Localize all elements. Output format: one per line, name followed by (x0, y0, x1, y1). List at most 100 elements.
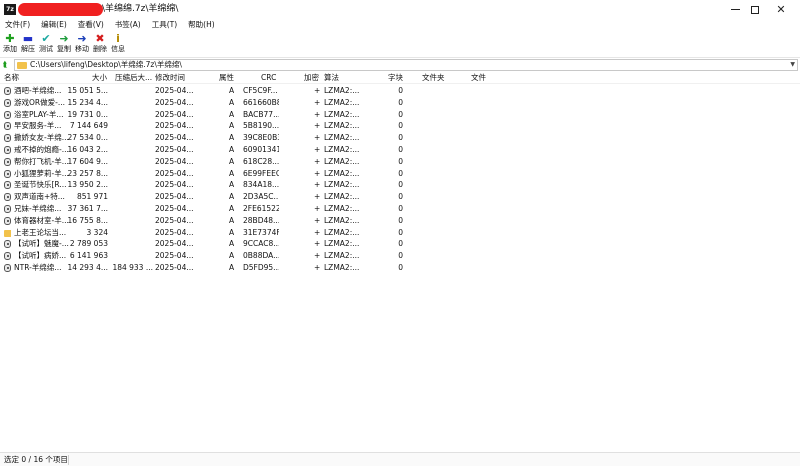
close-button[interactable]: ✕ (762, 0, 800, 19)
col-packed[interactable]: 压缩后大... (115, 73, 152, 83)
file-type-icon (4, 87, 11, 95)
file-method: LZMA2:... (324, 133, 360, 143)
file-row-13[interactable]: 上老王论坛当... 3 324 2025-04... A 31E7374F + … (0, 227, 800, 239)
menu-file[interactable]: 文件(F) (5, 20, 30, 30)
path-text: C:\Users\lifeng\Desktop\羊绵绵.7z\羊绵绵\ (30, 60, 182, 69)
file-characters: 0 (398, 251, 403, 261)
file-crc: 31E7374F (243, 227, 279, 237)
audio-file-icon (4, 134, 11, 143)
file-row-7[interactable]: 帮你打飞机-羊... 17 604 9... 2025-04... A 618C… (0, 156, 800, 168)
menu-edit[interactable]: 编辑(E) (41, 20, 67, 30)
menu-tools[interactable]: 工具(T) (152, 20, 177, 30)
file-modified: 2025-04... (155, 144, 194, 154)
col-encrypted[interactable]: 加密 (304, 73, 319, 83)
file-type-icon (4, 110, 11, 119)
delete-icon: ✖ (95, 32, 105, 45)
file-characters: 0 (398, 180, 403, 190)
file-name: 【试听】病娇... (14, 251, 67, 261)
file-attributes: A (229, 168, 235, 178)
file-modified: 2025-04... (155, 215, 194, 225)
audio-file-icon (4, 110, 11, 119)
file-row-15[interactable]: 【试听】病娇... 6 141 963 2025-04... A 0B88DA.… (0, 250, 800, 262)
col-folders[interactable]: 文件夹 (422, 73, 445, 83)
col-characters[interactable]: 字块 (388, 73, 403, 83)
file-modified: 2025-04... (155, 239, 194, 249)
file-modified: 2025-04... (155, 156, 194, 166)
plus-icon: ✚ (5, 32, 15, 45)
file-row-14[interactable]: 【试听】魅魔-... 2 789 053 2025-04... A 9CCAC8… (0, 238, 800, 250)
file-type-icon (4, 134, 11, 143)
menu-view[interactable]: 查看(V) (78, 20, 104, 30)
file-attributes: A (229, 144, 235, 154)
file-encrypted: + (314, 203, 321, 213)
file-name: 【试听】魅魔-... (14, 239, 69, 249)
file-row-4[interactable]: 早安服务-羊... 7 144 649 2025-04... A 5B8190.… (0, 120, 800, 132)
file-row-6[interactable]: 戒不掉的炮瘾-... 16 043 2... 2025-04... A 6090… (0, 144, 800, 156)
file-type-icon (4, 216, 11, 225)
file-attributes: A (229, 262, 235, 272)
file-modified: 2025-04... (155, 168, 194, 178)
window-title: \羊绵绵.7z\羊绵绵\ (102, 4, 179, 14)
col-modified[interactable]: 修改时间 (155, 73, 185, 83)
file-row-3[interactable]: 浴室PLAY-羊... 19 731 0... 2025-04... A BAC… (0, 109, 800, 121)
file-size: 17 604 9... (67, 156, 108, 166)
file-characters: 0 (398, 109, 403, 119)
info-button[interactable]: i 信息 (108, 32, 128, 54)
app-icon[interactable]: 7z (4, 4, 16, 15)
file-row-2[interactable]: 游戏OR做爱-... 15 234 4... 2025-04... A 6616… (0, 97, 800, 109)
file-name: 帮你打飞机-羊... (14, 156, 69, 166)
file-characters: 0 (398, 227, 403, 237)
file-size: 13 950 2... (67, 180, 108, 190)
up-folder-icon[interactable]: ⮬ (3, 60, 8, 70)
col-size[interactable]: 大小 (92, 73, 107, 83)
path-input[interactable]: C:\Users\lifeng\Desktop\羊绵绵.7z\羊绵绵\ ▼ (14, 59, 798, 71)
file-crc: 2FE61522 (243, 203, 279, 213)
file-row-8[interactable]: 小狐狸萝莉-羊... 23 257 8... 2025-04... A 6E99… (0, 168, 800, 180)
toolbar: ✚ 添加 ▬ 解压 ✔ 测试 ➜ 复制 ➜ 移动 ✖ 删除 i 信息 (0, 32, 800, 56)
file-row-12[interactable]: 体育器材室-羊... 16 755 8... 2025-04... A 28BD… (0, 215, 800, 227)
audio-file-icon (4, 157, 11, 166)
file-attributes: A (229, 133, 235, 143)
file-crc: 834A18... (243, 180, 279, 190)
file-row-11[interactable]: 兄妹-羊绵绵... 37 361 7... 2025-04... A 2FE61… (0, 203, 800, 215)
file-encrypted: + (314, 168, 321, 178)
file-modified: 2025-04... (155, 262, 194, 272)
chevron-down-icon[interactable]: ▼ (790, 60, 795, 70)
file-row-10[interactable]: 双声道南+特... 851 971 2025-04... A 2D3A5C...… (0, 191, 800, 203)
file-row-5[interactable]: 撒娇女友-羊绵... 27 534 0... 2025-04... A 39C8… (0, 132, 800, 144)
file-method: LZMA2:... (324, 215, 360, 225)
file-crc: 618C28... (243, 156, 279, 166)
file-size: 6 141 963 (69, 251, 108, 261)
copy-arrow-icon: ➜ (59, 32, 69, 45)
file-name: 小狐狸萝莉-羊... (14, 168, 69, 178)
file-row-9[interactable]: 圣诞节快乐[R... 13 950 2... 2025-04... A 834A… (0, 179, 800, 191)
file-attributes: A (229, 239, 235, 249)
menu-bookmarks[interactable]: 书签(A) (115, 20, 141, 30)
file-modified: 2025-04... (155, 97, 194, 107)
file-size: 19 731 0... (67, 109, 108, 119)
audio-file-icon (4, 263, 11, 272)
menu-bar: 文件(F) 编辑(E) 查看(V) 书签(A) 工具(T) 帮助(H) (0, 19, 800, 31)
audio-file-icon (4, 193, 11, 202)
file-crc: 9CCAC8... (243, 239, 279, 249)
file-type-icon (4, 122, 11, 131)
col-crc[interactable]: CRC (261, 73, 276, 83)
file-type-icon (4, 145, 11, 154)
col-method[interactable]: 算法 (324, 73, 339, 83)
file-name: 浴室PLAY-羊... (14, 109, 64, 119)
file-row-1[interactable]: 酒吧-羊绵绵... 15 051 5... 2025-04... A CF5C9… (0, 85, 800, 97)
file-encrypted: + (314, 97, 321, 107)
file-type-icon (4, 169, 11, 178)
file-modified: 2025-04... (155, 133, 194, 143)
audio-file-icon (4, 98, 11, 107)
col-files[interactable]: 文件 (471, 73, 486, 83)
file-row-16[interactable]: NTR-羊绵绵... 14 293 4... 184 933 ... 2025-… (0, 262, 800, 274)
folder-icon (4, 229, 11, 237)
file-characters: 0 (398, 239, 403, 249)
col-name[interactable]: 名称 (4, 73, 19, 83)
menu-help[interactable]: 帮助(H) (188, 20, 215, 30)
file-encrypted: + (314, 262, 321, 272)
file-type-icon (4, 204, 11, 213)
file-name: 早安服务-羊... (14, 121, 62, 131)
col-attributes[interactable]: 属性 (219, 73, 234, 83)
